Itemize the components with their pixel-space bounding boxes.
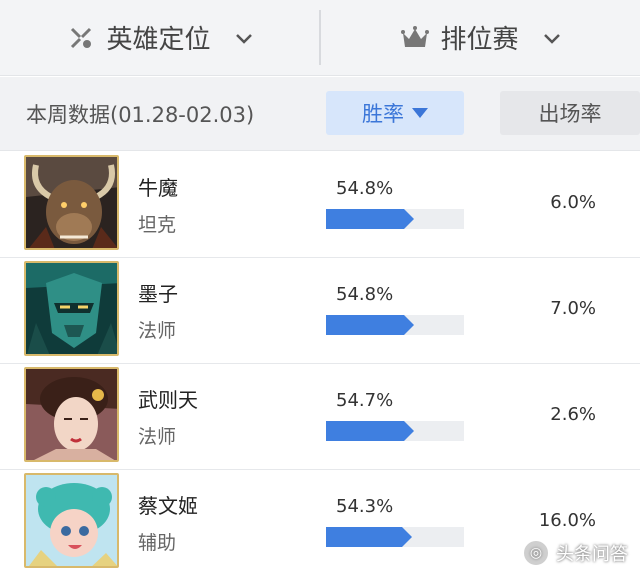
caret-down-icon <box>412 108 428 118</box>
win-rate-bar <box>326 315 464 335</box>
filter-bar: 英雄定位 排位赛 <box>0 0 640 76</box>
sort-pick-rate-button[interactable]: 出场率 <box>500 91 640 135</box>
hero-row[interactable]: 牛魔 坦克 54.8% 6.0% <box>0 152 640 258</box>
win-rate-bar <box>326 421 464 441</box>
win-rate-value: 54.3% <box>336 496 394 517</box>
mode-filter[interactable]: 排位赛 <box>321 0 640 75</box>
hero-name: 牛魔 <box>138 176 178 200</box>
sort-win-rate-button[interactable]: 胜率 <box>326 91 464 135</box>
role-icon <box>66 23 96 53</box>
week-label: 本周数据(01.28-02.03) <box>26 103 255 127</box>
hero-avatar <box>24 473 119 568</box>
mode-filter-label: 排位赛 <box>440 25 519 55</box>
win-rate-value: 54.8% <box>336 178 394 199</box>
chevron-down-icon <box>543 26 561 50</box>
hero-name: 墨子 <box>138 282 178 306</box>
sort-bar: 本周数据(01.28-02.03) 胜率 出场率 <box>0 77 640 151</box>
role-filter-label: 英雄定位 <box>106 25 211 55</box>
hero-name: 武则天 <box>138 388 198 412</box>
hero-role: 法师 <box>138 320 177 342</box>
win-rate-value: 54.8% <box>336 284 394 305</box>
chevron-down-icon <box>235 26 253 50</box>
sort-win-rate-label: 胜率 <box>362 102 404 126</box>
pick-rate-value: 16.0% <box>538 510 596 531</box>
pick-rate-value: 6.0% <box>550 192 596 213</box>
win-rate-bar-fill <box>326 209 415 229</box>
hero-avatar <box>24 261 119 356</box>
win-rate-bar-fill <box>326 315 415 335</box>
hero-avatar <box>24 155 119 250</box>
watermark-text: 头条问答 <box>556 544 628 565</box>
win-rate-bar <box>326 209 464 229</box>
pick-rate-value: 2.6% <box>550 404 596 425</box>
hero-list: 牛魔 坦克 54.8% 6.0% 墨子 法师 54.8% 7.0% 武则天 法师… <box>0 152 640 573</box>
win-rate-bar-fill <box>326 421 414 441</box>
toutiao-logo-icon: ◎ <box>522 539 550 567</box>
win-rate-bar-fill <box>326 527 413 547</box>
win-rate-bar <box>326 527 464 547</box>
hero-row[interactable]: 墨子 法师 54.8% 7.0% <box>0 258 640 364</box>
sort-pick-rate-label: 出场率 <box>538 102 602 126</box>
hero-role: 辅助 <box>138 532 177 554</box>
pick-rate-value: 7.0% <box>550 298 596 319</box>
win-rate-value: 54.7% <box>336 390 394 411</box>
crown-icon <box>400 23 430 53</box>
hero-avatar <box>24 367 119 462</box>
hero-role: 坦克 <box>138 214 177 236</box>
hero-row[interactable]: 武则天 法师 54.7% 2.6% <box>0 364 640 470</box>
watermark: ◎ 头条问答 <box>522 539 628 567</box>
hero-name: 蔡文姬 <box>138 494 198 518</box>
role-filter[interactable]: 英雄定位 <box>0 0 319 75</box>
hero-role: 法师 <box>138 426 177 448</box>
